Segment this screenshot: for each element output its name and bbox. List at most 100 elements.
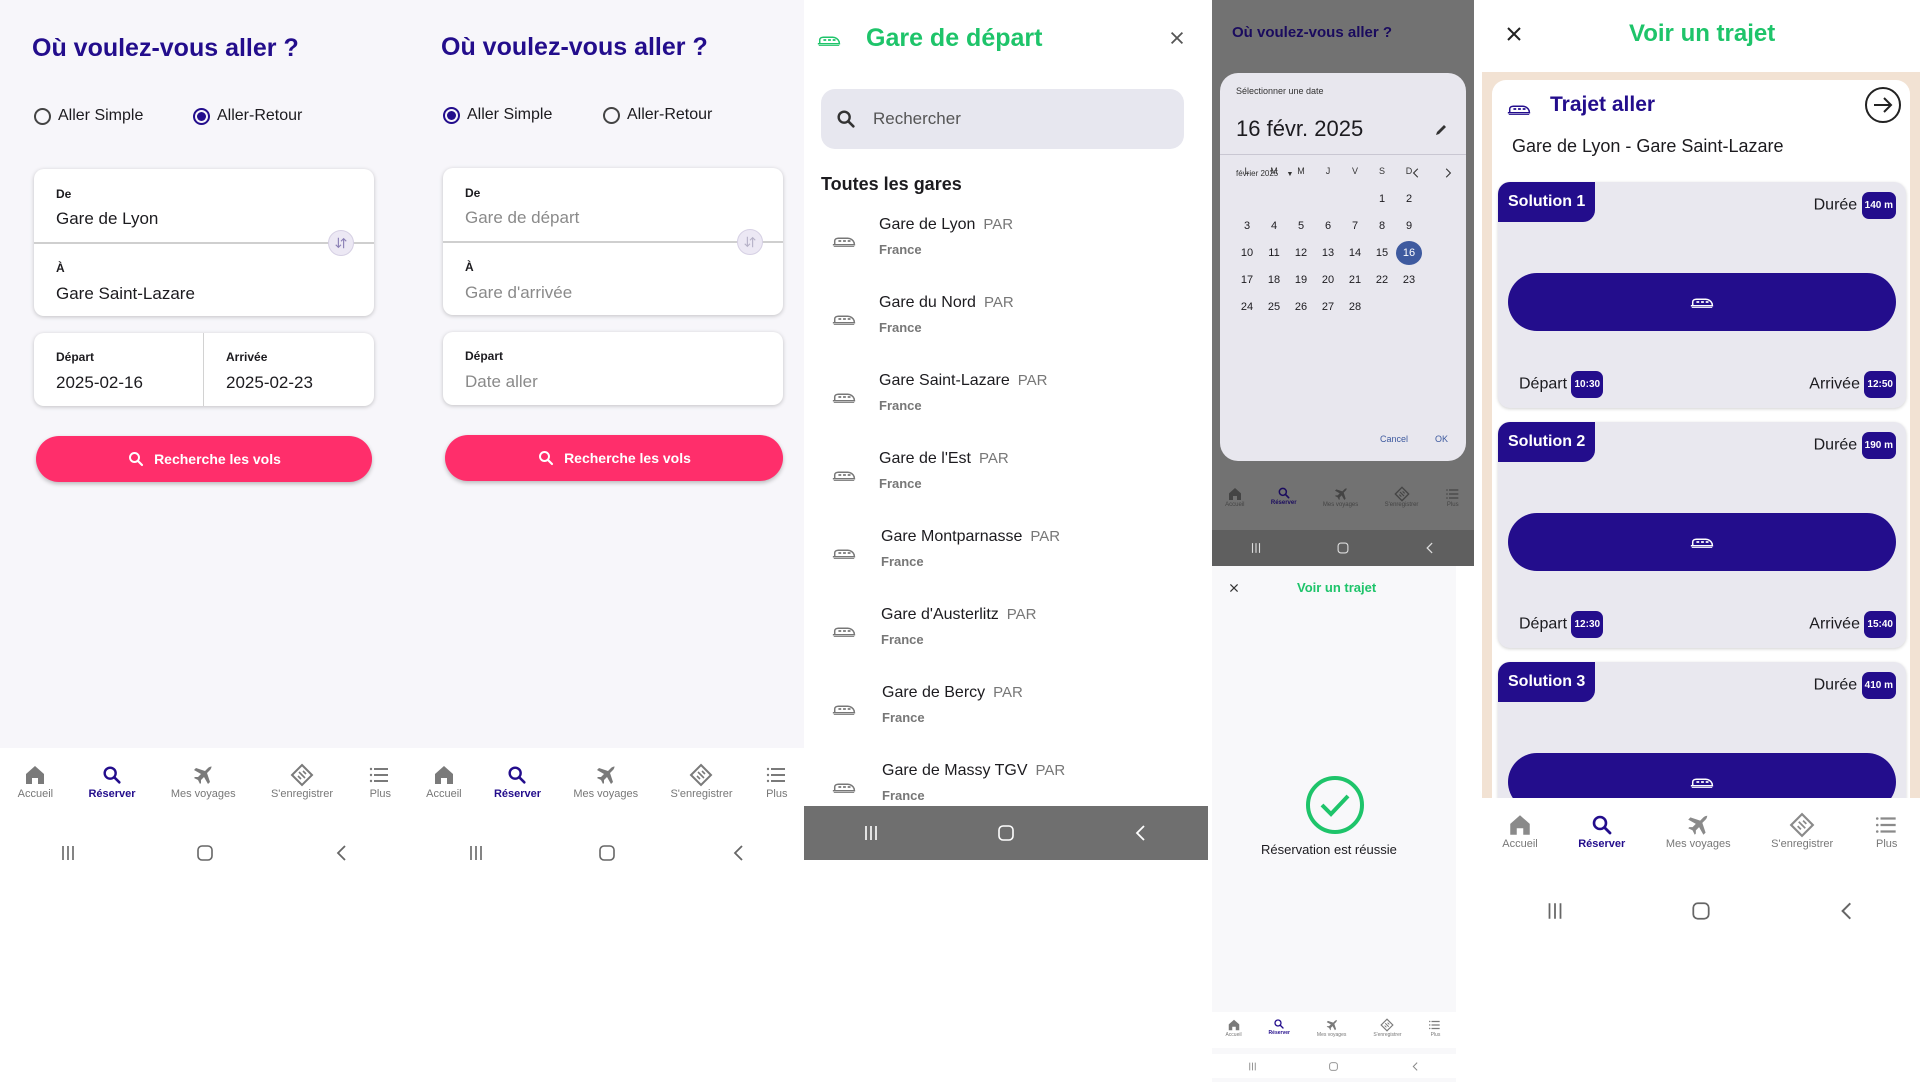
calendar-day[interactable]: 12 xyxy=(1288,247,1314,259)
solution-card[interactable]: Solution 2 Durée 190 m Départ 12:30 Arri… xyxy=(1498,422,1906,648)
to-field[interactable]: À Gare Saint-Lazare xyxy=(34,244,374,316)
to-field[interactable]: À Gare d'arrivée xyxy=(443,243,783,315)
calendar-day[interactable]: 17 xyxy=(1234,274,1260,286)
home-button-icon[interactable] xyxy=(597,843,617,863)
calendar-day[interactable]: 20 xyxy=(1315,274,1341,286)
calendar-day[interactable]: 2 xyxy=(1396,193,1422,205)
nav-senregistrer[interactable]: S'enregistrer xyxy=(1373,1018,1402,1038)
calendar-day[interactable]: 3 xyxy=(1234,220,1260,232)
ok-button[interactable]: OK xyxy=(1435,434,1448,444)
solution-card[interactable]: Solution 3 Durée 410 m xyxy=(1498,662,1906,798)
calendar-day[interactable]: 21 xyxy=(1342,274,1368,286)
recent-apps-icon[interactable] xyxy=(466,843,486,863)
list-item[interactable]: Gare de Lyon PAR France xyxy=(831,216,1191,294)
nav-accueil[interactable]: Accueil xyxy=(1225,486,1245,508)
nav-mes-voyages[interactable]: Mes voyages xyxy=(1317,1018,1346,1038)
arrow-forward-icon[interactable] xyxy=(1864,86,1902,124)
depart-date-field[interactable]: Départ Date aller xyxy=(443,332,783,405)
nav-accueil[interactable]: Accueil xyxy=(18,762,53,800)
calendar-day[interactable]: 6 xyxy=(1315,220,1341,232)
radio-one-way[interactable]: Aller Simple xyxy=(443,106,552,124)
radio-one-way-circle[interactable] xyxy=(34,107,51,125)
calendar-day[interactable]: 18 xyxy=(1261,274,1287,286)
back-icon[interactable] xyxy=(1836,900,1858,922)
nav-mes-voyages[interactable]: Mes voyages xyxy=(573,762,638,800)
list-item[interactable]: Gare du Nord PAR France xyxy=(831,294,1191,372)
close-icon[interactable] xyxy=(1504,24,1524,44)
radio-round-trip-circle[interactable] xyxy=(603,106,620,124)
nav-mes-voyages[interactable]: Mes voyages xyxy=(1666,812,1731,850)
calendar-day[interactable]: 13 xyxy=(1315,247,1341,259)
home-button-icon[interactable] xyxy=(1690,900,1712,922)
nav-reserver[interactable]: Réserver xyxy=(1269,1018,1290,1036)
radio-round-trip-circle[interactable] xyxy=(193,107,210,125)
back-icon[interactable] xyxy=(1423,541,1437,555)
calendar-day[interactable]: 14 xyxy=(1342,247,1368,259)
calendar-day-selected[interactable]: 16 xyxy=(1396,241,1422,265)
recent-apps-icon[interactable] xyxy=(1247,1061,1258,1072)
radio-round-trip[interactable]: Aller-Retour xyxy=(603,106,712,124)
back-icon[interactable] xyxy=(1410,1061,1421,1072)
radio-one-way[interactable]: Aller Simple xyxy=(34,107,143,125)
calendar-day[interactable]: 28 xyxy=(1342,301,1368,313)
back-icon[interactable] xyxy=(1131,823,1151,843)
calendar-day[interactable]: 25 xyxy=(1261,301,1287,313)
recent-apps-icon[interactable] xyxy=(58,843,78,863)
calendar-day[interactable]: 22 xyxy=(1369,274,1395,286)
calendar-day[interactable]: 23 xyxy=(1396,274,1422,286)
list-item[interactable]: Gare de l'Est PAR France xyxy=(831,450,1191,528)
calendar-day[interactable]: 27 xyxy=(1315,301,1341,313)
close-icon[interactable] xyxy=(1228,582,1240,594)
recent-apps-icon[interactable] xyxy=(1544,900,1566,922)
calendar-day[interactable]: 7 xyxy=(1342,220,1368,232)
arrival-date-field[interactable]: Arrivée 2025-02-23 xyxy=(204,333,374,406)
nav-senregistrer[interactable]: S'enregistrer xyxy=(670,762,732,800)
depart-date-field[interactable]: Départ 2025-02-16 xyxy=(34,333,204,406)
close-icon[interactable] xyxy=(1168,29,1186,47)
calendar-day[interactable]: 8 xyxy=(1369,220,1395,232)
search-trips-button[interactable]: Recherche les vols xyxy=(36,436,372,482)
calendar-day[interactable]: 5 xyxy=(1288,220,1314,232)
home-button-icon[interactable] xyxy=(1328,1061,1339,1072)
search-trips-button[interactable]: Recherche les vols xyxy=(445,435,783,481)
nav-plus[interactable]: Plus xyxy=(368,762,392,800)
home-button-icon[interactable] xyxy=(996,823,1016,843)
home-button-icon[interactable] xyxy=(195,843,215,863)
nav-accueil[interactable]: Accueil xyxy=(1225,1018,1242,1038)
calendar-day[interactable]: 26 xyxy=(1288,301,1314,313)
list-item[interactable]: Gare d'Austerlitz PAR France xyxy=(831,606,1191,684)
list-item[interactable]: Gare de Massy TGV PAR France xyxy=(831,762,1191,812)
calendar-day[interactable]: 10 xyxy=(1234,247,1260,259)
nav-mes-voyages[interactable]: Mes voyages xyxy=(171,762,236,800)
radio-one-way-circle[interactable] xyxy=(443,106,460,124)
back-icon[interactable] xyxy=(729,843,749,863)
nav-accueil[interactable]: Accueil xyxy=(1502,812,1538,850)
solution-card[interactable]: Solution 1 Durée 140 m Départ 10:30 Arri… xyxy=(1498,182,1906,408)
recent-apps-icon[interactable] xyxy=(1249,541,1263,555)
recent-apps-icon[interactable] xyxy=(861,823,881,843)
calendar-day[interactable]: 11 xyxy=(1261,247,1287,259)
list-item[interactable]: Gare de Bercy PAR France xyxy=(831,684,1191,762)
nav-senregistrer[interactable]: S'enregistrer xyxy=(271,762,333,800)
nav-reserver[interactable]: Réserver xyxy=(494,762,541,800)
from-field[interactable]: De Gare de Lyon xyxy=(34,169,374,242)
list-item[interactable]: Gare Saint-Lazare PAR France xyxy=(831,372,1191,450)
cancel-button[interactable]: Cancel xyxy=(1380,434,1408,444)
calendar-day[interactable]: 9 xyxy=(1396,220,1422,232)
calendar-day[interactable]: 19 xyxy=(1288,274,1314,286)
nav-senregistrer[interactable]: S'enregistrer xyxy=(1385,486,1418,508)
nav-mes-voyages[interactable]: Mes voyages xyxy=(1323,486,1358,508)
back-icon[interactable] xyxy=(332,843,352,863)
nav-plus[interactable]: Plus xyxy=(1874,812,1900,850)
nav-reserver[interactable]: Réserver xyxy=(1578,812,1625,850)
from-field[interactable]: De Gare de départ xyxy=(443,168,783,241)
nav-plus[interactable]: Plus xyxy=(765,762,789,800)
calendar-day[interactable]: 1 xyxy=(1369,193,1395,205)
home-button-icon[interactable] xyxy=(1336,541,1350,555)
calendar-day[interactable]: 4 xyxy=(1261,220,1287,232)
list-item[interactable]: Gare Montparnasse PAR France xyxy=(831,528,1191,606)
station-search-input[interactable]: Rechercher xyxy=(821,89,1184,149)
nav-reserver[interactable]: Réserver xyxy=(88,762,136,800)
nav-plus[interactable]: Plus xyxy=(1445,486,1461,508)
nav-accueil[interactable]: Accueil xyxy=(426,762,462,800)
